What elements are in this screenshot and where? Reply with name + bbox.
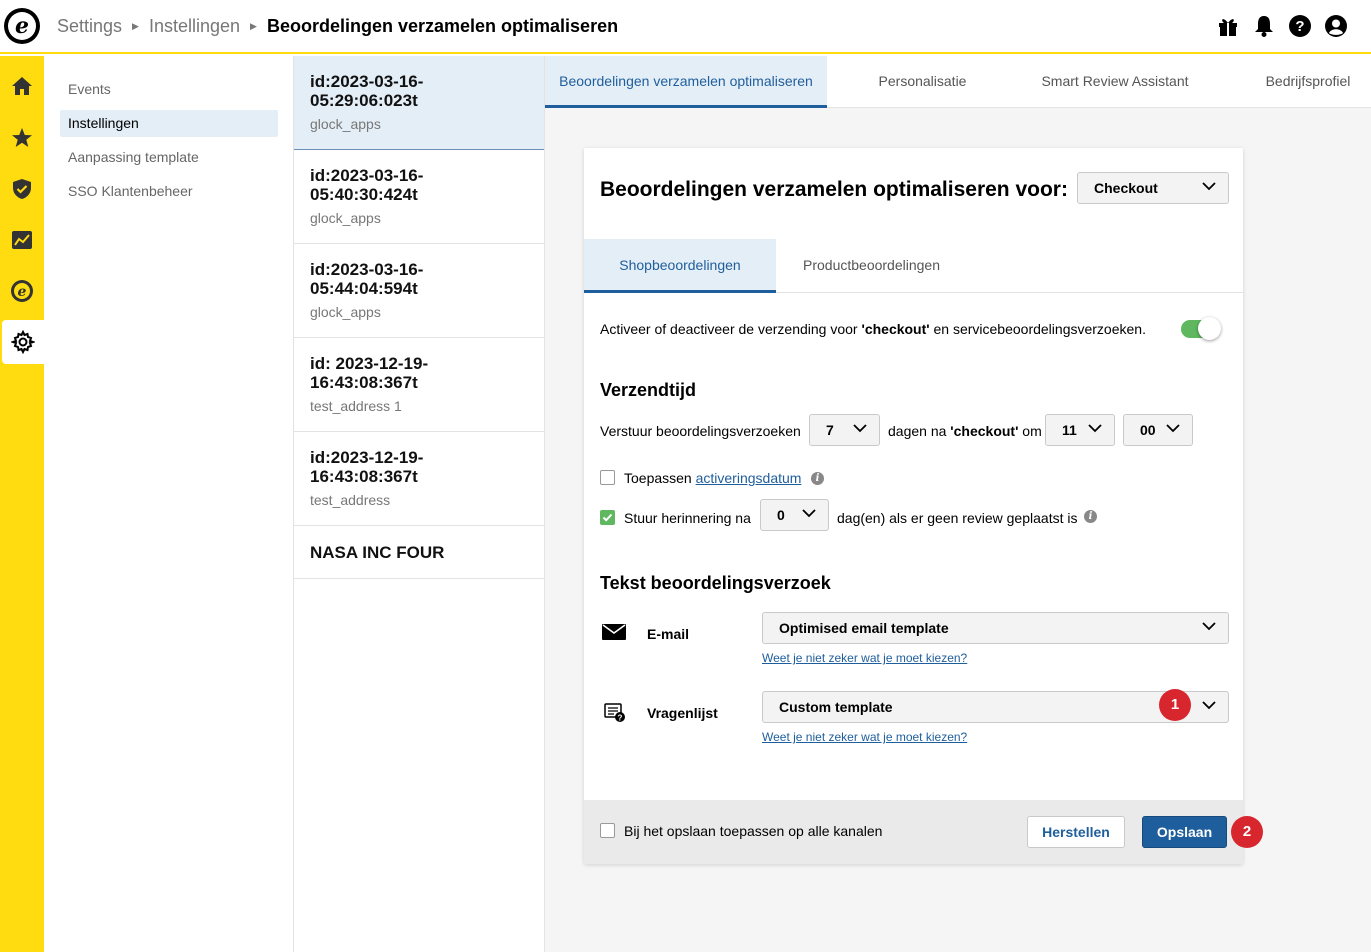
chevron-down-icon: [1166, 424, 1180, 433]
hour-select[interactable]: 11: [1045, 414, 1115, 446]
chevron-down-icon: [1088, 424, 1102, 433]
main-navigation-rail: e: [0, 56, 44, 952]
email-help-link[interactable]: Weet je niet zeker wat je moet kiezen?: [762, 651, 967, 665]
account-list: id:2023-03-16- 05:29:06:023t glock_apps i…: [294, 56, 545, 952]
main-content: Beoordelingen verzamelen optimaliseren P…: [545, 56, 1371, 952]
tab-beoordelingen-verzamelen[interactable]: Beoordelingen verzamelen optimaliseren: [545, 56, 827, 108]
account-id: id:2023-03-16- 05:29:06:023t: [310, 72, 424, 110]
apply-activation-checkbox[interactable]: [600, 470, 615, 485]
svg-text:?: ?: [1295, 18, 1304, 35]
help-icon[interactable]: ?: [1289, 14, 1311, 38]
text-request-title: Tekst beoordelingsverzoek: [600, 573, 831, 593]
trusted-e-icon[interactable]: e: [0, 269, 44, 313]
list-item[interactable]: id:2023-12-19- 16:43:08:367t test_address: [294, 432, 544, 526]
tab-smart-review-assistant[interactable]: Smart Review Assistant: [1025, 56, 1205, 108]
info-icon[interactable]: i: [1084, 510, 1097, 523]
days-select[interactable]: 7: [809, 414, 880, 446]
reminder-after-text: dag(en) als er geen review geplaatst is: [837, 510, 1078, 526]
step-badge-2: 2: [1231, 816, 1263, 848]
chevron-down-icon: [802, 509, 816, 518]
card-title: Beoordelingen verzamelen optimaliseren v…: [600, 178, 1068, 201]
tab-productbeoordelingen[interactable]: Productbeoordelingen: [784, 239, 959, 293]
subnav-item-sso-klantenbeheer[interactable]: SSO Klantenbeheer: [60, 178, 278, 205]
checkmark-icon: [602, 513, 613, 522]
tab-shopbeoordelingen[interactable]: Shopbeoordelingen: [584, 239, 776, 293]
minute-select[interactable]: 00: [1123, 414, 1193, 446]
account-icon[interactable]: [1325, 14, 1347, 38]
star-icon[interactable]: [0, 116, 44, 160]
tab-personalisatie[interactable]: Personalisatie: [845, 56, 1000, 108]
reminder-label: Stuur herinnering na: [624, 510, 751, 526]
shield-icon[interactable]: [0, 167, 44, 211]
account-subtitle: test_address 1: [310, 398, 402, 414]
save-button[interactable]: Opslaan: [1142, 816, 1227, 848]
info-icon[interactable]: i: [811, 472, 824, 485]
account-id: id: 2023-12-19- 16:43:08:367t: [310, 354, 429, 392]
email-template-select[interactable]: Optimised email template: [762, 612, 1229, 644]
trusted-shops-logo[interactable]: e: [4, 8, 40, 44]
home-icon[interactable]: [0, 64, 44, 108]
account-subtitle: glock_apps: [310, 210, 381, 226]
send-label: Verstuur beoordelingsverzoeken: [600, 423, 801, 439]
breadcrumb-separator-icon: ▶: [132, 21, 139, 31]
list-item[interactable]: id:2023-03-16- 05:44:04:594t glock_apps: [294, 244, 544, 338]
verzendtijd-title: Verzendtijd: [600, 380, 697, 400]
svg-text:e: e: [18, 284, 27, 300]
email-label: E-mail: [647, 626, 690, 642]
apply-all-channels-checkbox[interactable]: [600, 823, 615, 838]
breadcrumb-settings[interactable]: Settings: [57, 16, 122, 37]
settings-tabs: Beoordelingen verzamelen optimaliseren P…: [545, 56, 1371, 108]
top-bar: e Settings ▶ Instellingen ▶ Beoordelinge…: [0, 0, 1371, 54]
step-badge-1: 1: [1159, 689, 1191, 721]
settings-card: Beoordelingen verzamelen optimaliseren v…: [584, 148, 1263, 864]
chevron-down-icon: [1202, 622, 1216, 631]
reset-button[interactable]: Herstellen: [1027, 816, 1125, 848]
questionnaire-icon: ?: [604, 703, 625, 723]
toggle-knob: [1198, 317, 1221, 340]
survey-label: Vragenlijst: [647, 705, 718, 721]
chevron-down-icon: [853, 424, 867, 433]
list-item[interactable]: NASA INC FOUR: [294, 526, 544, 579]
subnav-item-instellingen[interactable]: Instellingen: [60, 110, 278, 137]
breadcrumb-instellingen[interactable]: Instellingen: [149, 16, 240, 37]
gift-icon[interactable]: [1217, 14, 1239, 38]
account-id: id:2023-03-16- 05:40:30:424t: [310, 166, 424, 204]
list-item[interactable]: id:2023-03-16- 05:40:30:424t glock_apps: [294, 150, 544, 244]
apply-activation-label: Toepassen activeringsdatum: [624, 470, 802, 486]
account-id: id:2023-12-19- 16:43:08:367t: [310, 448, 424, 486]
days-after-text: dagen na 'checkout' om: [888, 423, 1042, 439]
activeringsdatum-link[interactable]: activeringsdatum: [696, 470, 802, 486]
chevron-down-icon: [1202, 182, 1216, 191]
account-subtitle: test_address: [310, 492, 391, 508]
list-item[interactable]: id: 2023-12-19- 16:43:08:367t test_addres…: [294, 338, 544, 432]
envelope-icon: [602, 624, 626, 640]
reminder-days-select[interactable]: 0: [760, 499, 829, 531]
card-footer: Bij het opslaan toepassen op alle kanale…: [584, 800, 1263, 864]
account-subtitle: glock_apps: [310, 116, 381, 132]
survey-help-link[interactable]: Weet je niet zeker wat je moet kiezen?: [762, 730, 967, 744]
subnav-item-events[interactable]: Events: [60, 76, 278, 103]
account-id: NASA INC FOUR: [310, 543, 445, 562]
account-id: id:2023-03-16- 05:44:04:594t: [310, 260, 424, 298]
gear-icon[interactable]: [2, 320, 44, 364]
breadcrumb-current: Beoordelingen verzamelen optimaliseren: [266, 16, 619, 36]
account-subtitle: glock_apps: [310, 304, 381, 320]
svg-text:?: ?: [618, 714, 623, 723]
analytics-icon[interactable]: [0, 218, 44, 262]
breadcrumb: Settings ▶ Instellingen ▶ Beoordelingen …: [57, 16, 618, 37]
list-item[interactable]: id:2023-03-16- 05:29:06:023t glock_apps: [294, 56, 544, 150]
review-type-tabs: Shopbeoordelingen Productbeoordelingen: [584, 239, 1243, 293]
activate-toggle[interactable]: [1181, 317, 1221, 340]
chevron-down-icon: [1202, 701, 1216, 710]
activate-text: Activeer of deactiveer de verzending voo…: [600, 321, 1146, 337]
settings-subnav: Events Instellingen Aanpassing template …: [44, 56, 294, 952]
tab-bedrijfsprofiel[interactable]: Bedrijfsprofiel: [1245, 56, 1371, 108]
reminder-checkbox[interactable]: [600, 510, 615, 525]
subnav-item-aanpassing-template[interactable]: Aanpassing template: [60, 144, 278, 171]
bell-icon[interactable]: [1253, 14, 1275, 38]
breadcrumb-separator-icon: ▶: [250, 21, 257, 31]
apply-all-channels-label: Bij het opslaan toepassen op alle kanale…: [624, 823, 883, 839]
channel-select[interactable]: Checkout: [1077, 172, 1229, 204]
